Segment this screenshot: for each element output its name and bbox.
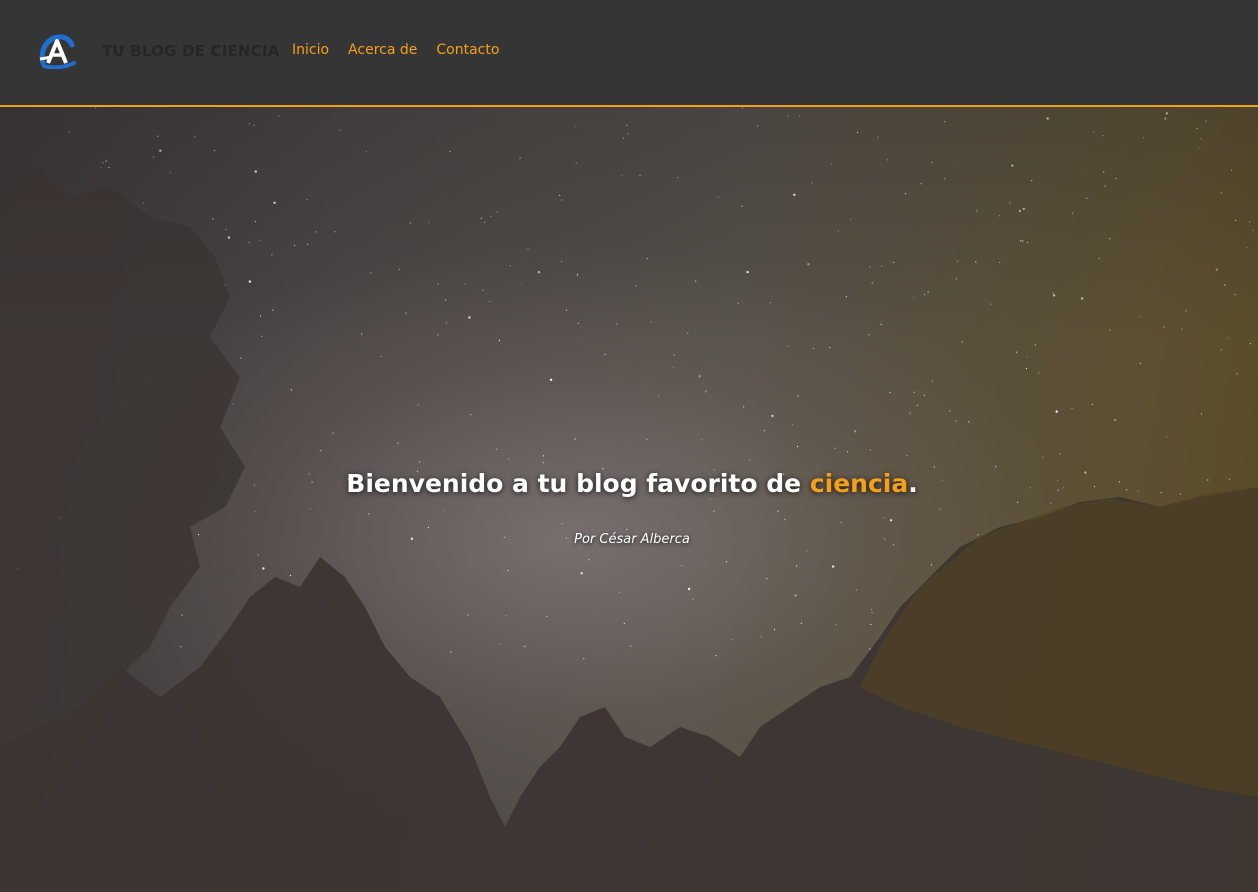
- hero-title: Bienvenido a tu blog favorito de ciencia…: [0, 469, 1258, 498]
- nav-item-inicio[interactable]: Inicio: [292, 42, 329, 58]
- nav-item-acerca-de[interactable]: Acerca de: [348, 42, 417, 58]
- nav-item-contacto[interactable]: Contacto: [436, 42, 499, 58]
- hero-banner: Bienvenido a tu blog favorito de ciencia…: [0, 107, 1258, 892]
- site-title[interactable]: TU BLOG DE CIENCIA: [102, 42, 279, 60]
- hero-byline: Por César Alberca: [574, 532, 690, 547]
- hero-title-prefix: Bienvenido a tu blog favorito de: [346, 469, 810, 498]
- site-logo-icon[interactable]: [38, 33, 76, 70]
- hero-title-accent: ciencia: [809, 469, 909, 498]
- science-atom-logo-icon: [39, 34, 76, 70]
- hero-overlay: [0, 107, 1258, 892]
- main-nav: Inicio Acerca de Contacto: [292, 42, 499, 58]
- hero-title-suffix: .: [908, 469, 918, 498]
- site-header: TU BLOG DE CIENCIA Inicio Acerca de Cont…: [0, 0, 1258, 107]
